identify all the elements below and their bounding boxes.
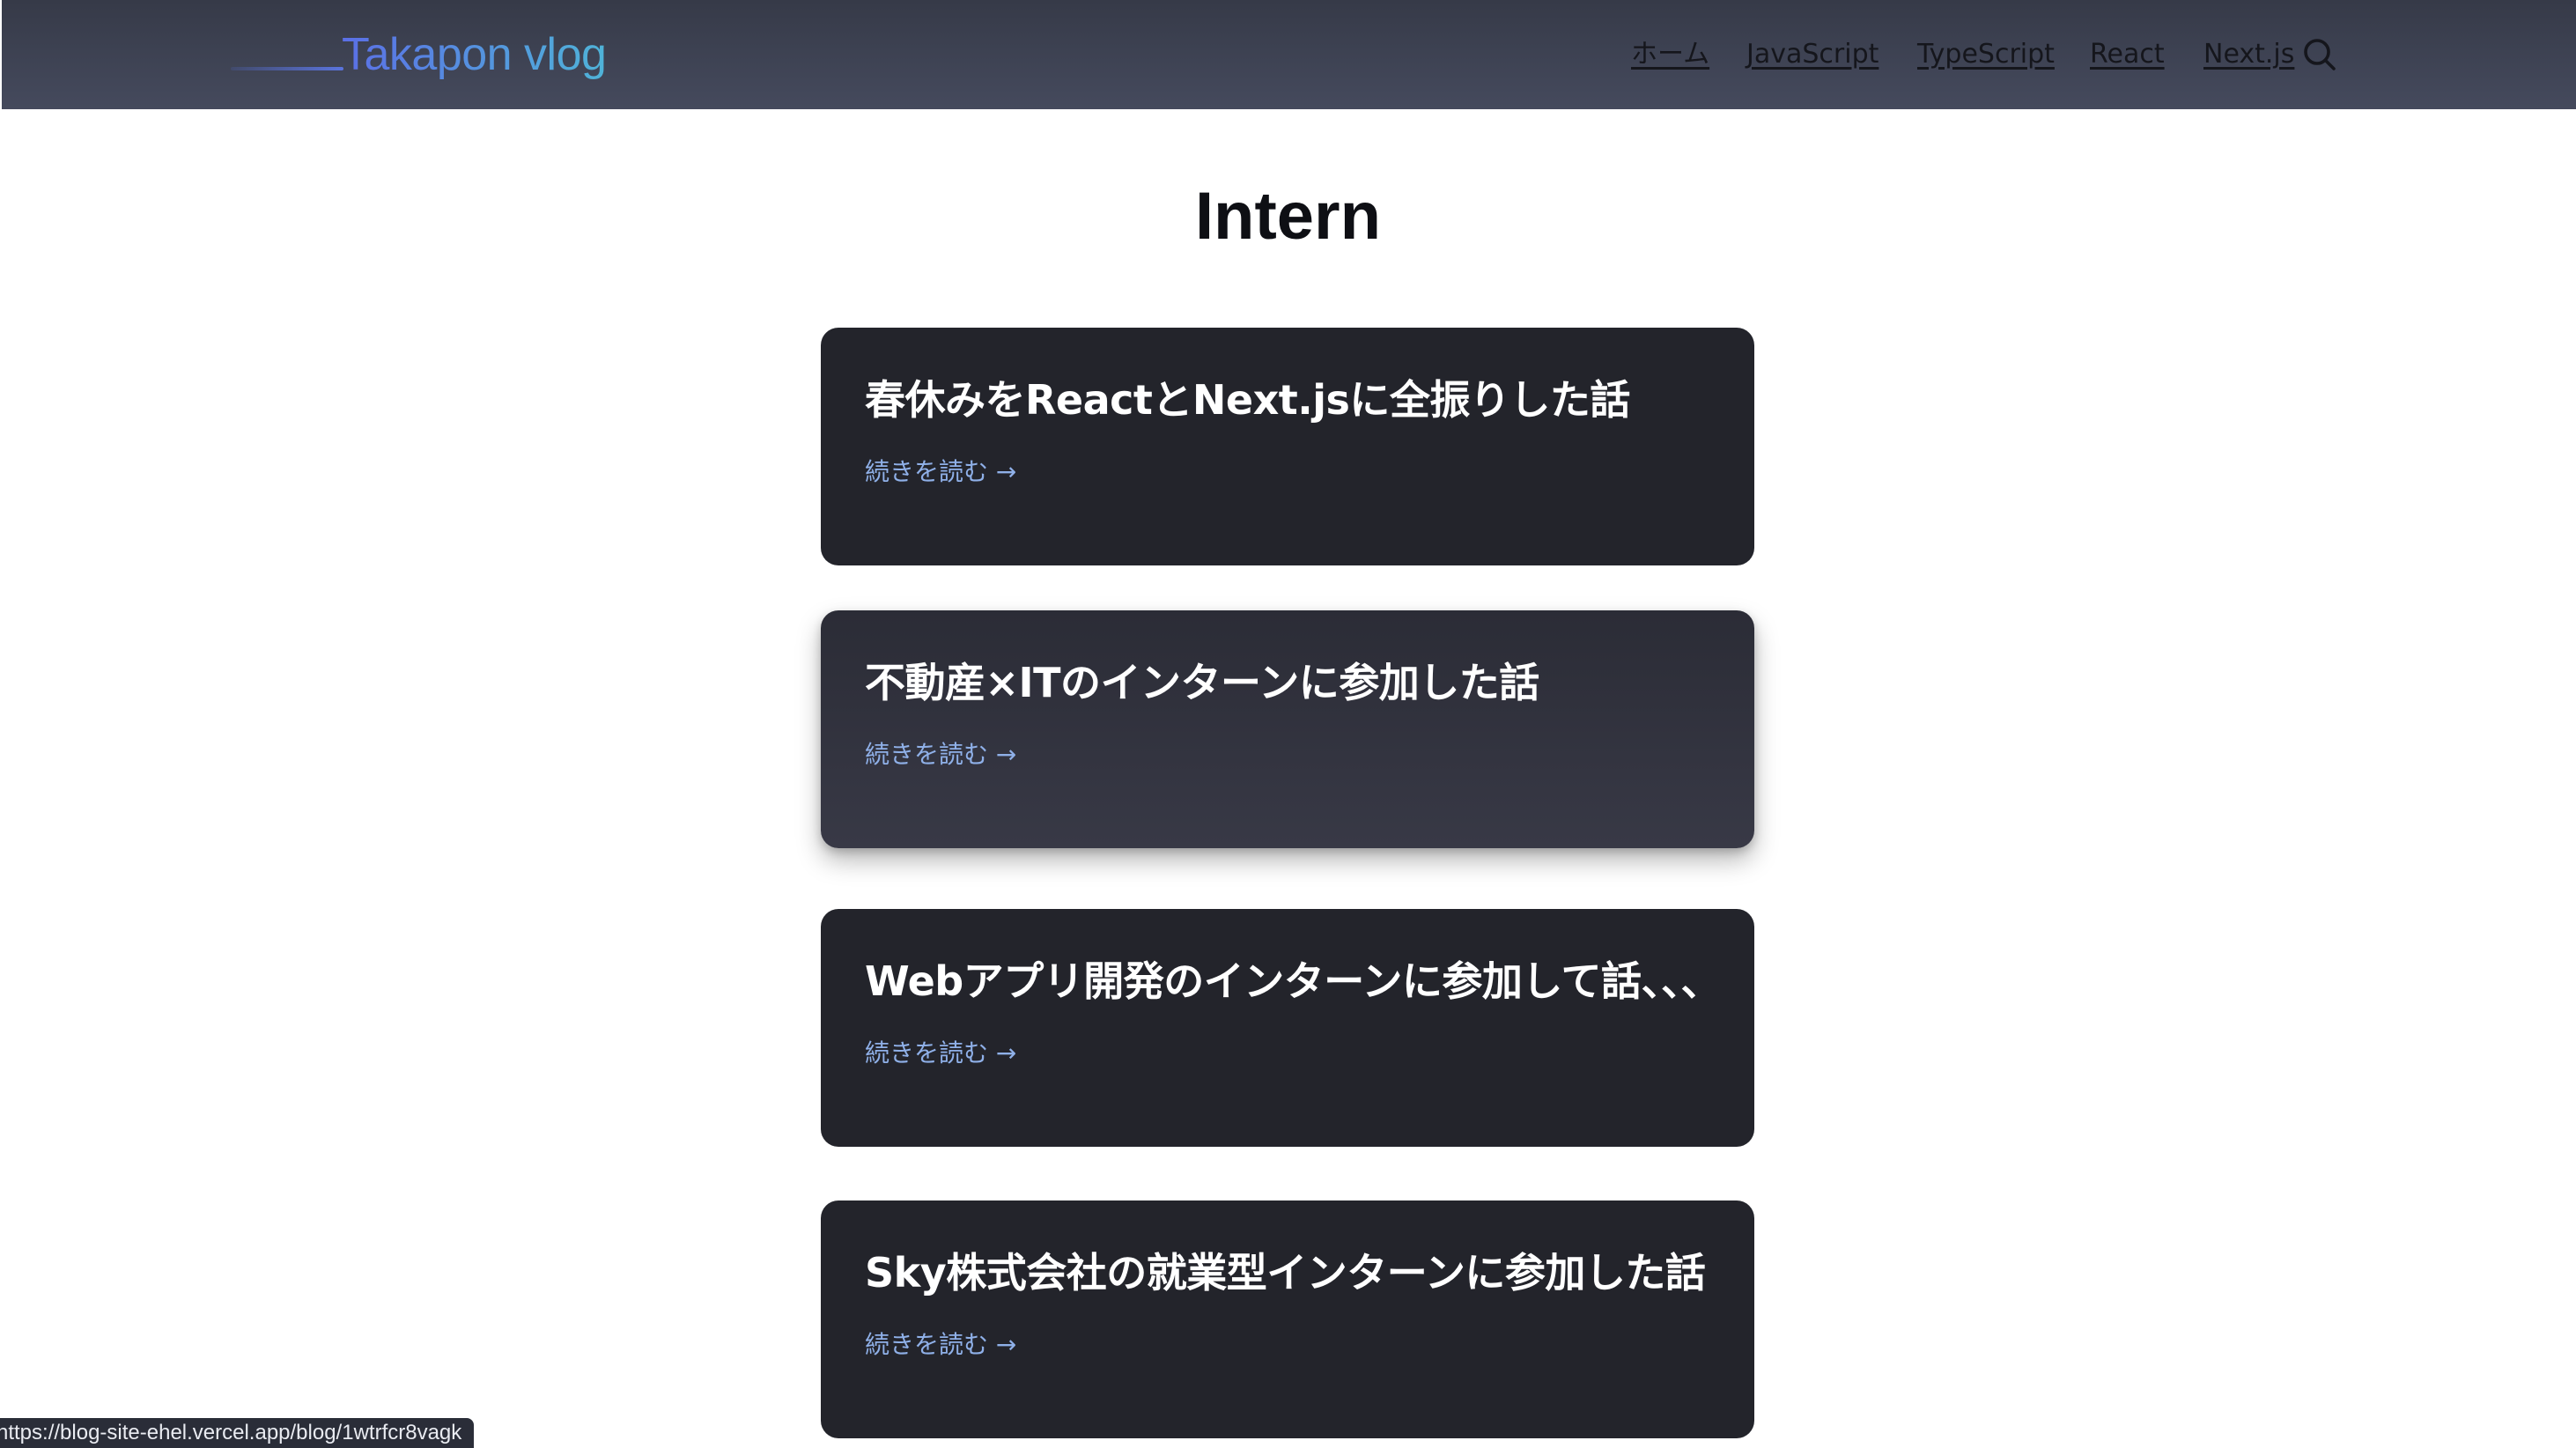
nav-typescript[interactable]: TypeScript	[1917, 35, 2055, 74]
read-more-link[interactable]: 続きを読む →	[865, 1036, 1016, 1071]
page-title: Intern	[1194, 179, 1382, 254]
post-title[interactable]: 不動産×ITのインターンに参加した話	[865, 656, 1728, 709]
site-logo[interactable]: Takapon vlog	[342, 26, 607, 83]
read-more-link[interactable]: 続きを読む →	[865, 1327, 1016, 1363]
nav-react[interactable]: React	[2090, 35, 2165, 74]
site-header: Takapon vlog ホーム JavaScript TypeScript R…	[2, 0, 2576, 109]
browser-status-bar: https://blog-site-ehel.vercel.app/blog/1…	[0, 1418, 475, 1448]
status-url: https://blog-site-ehel.vercel.app/blog/1…	[0, 1421, 462, 1444]
post-card[interactable]: 不動産×ITのインターンに参加した話 続きを読む →	[821, 610, 1754, 848]
post-title[interactable]: Sky株式会社の就業型インターンに参加した話	[865, 1246, 1728, 1299]
logo-accent-line	[231, 67, 343, 70]
search-button[interactable]	[2300, 35, 2339, 74]
post-card[interactable]: 春休みをReactとNext.jsに全振りした話 続きを読む →	[821, 328, 1754, 565]
post-card[interactable]: Sky株式会社の就業型インターンに参加した話 続きを読む →	[821, 1201, 1754, 1438]
nav-nextjs[interactable]: Next.js	[2203, 35, 2294, 74]
post-title[interactable]: 春休みをReactとNext.jsに全振りした話	[865, 373, 1728, 426]
search-icon	[2304, 39, 2336, 70]
read-more-link[interactable]: 続きを読む →	[865, 737, 1016, 772]
nav-javascript[interactable]: JavaScript	[1746, 35, 1878, 74]
read-more-link[interactable]: 続きを読む →	[865, 454, 1016, 490]
post-title[interactable]: Webアプリ開発のインターンに参加して話、、、	[865, 955, 1728, 1008]
nav-home[interactable]: ホーム	[1631, 35, 1709, 74]
post-card[interactable]: Webアプリ開発のインターンに参加して話、、、 続きを読む →	[821, 909, 1754, 1147]
